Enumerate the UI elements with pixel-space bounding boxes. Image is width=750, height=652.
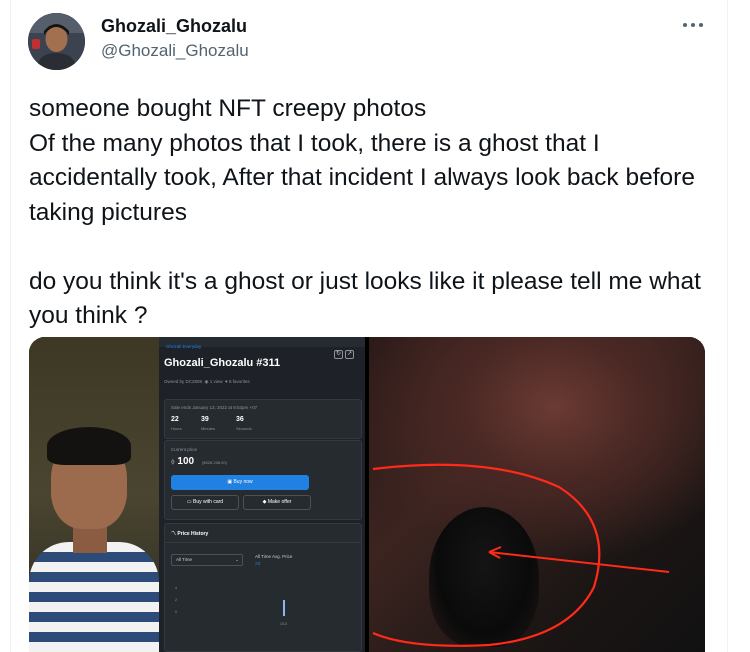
price-history-header: 〽 Price History: [171, 530, 208, 537]
buy-with-card-button: ▭ Buy with card: [171, 495, 239, 510]
tweet-card: Ghozali_Ghozalu @Ghozali_Ghozalu someone…: [0, 0, 750, 652]
right-border: [727, 0, 728, 652]
nft-views: 1 view: [209, 379, 223, 384]
price-history-panel: 〽 Price History All Time ⌄ All Time Avg. …: [164, 523, 362, 652]
make-offer-button: ◆ Make offer: [243, 495, 311, 510]
price-panel: Current price ⬨ 100 ($326,238.00) ▣ Buy …: [164, 440, 362, 520]
nft-favorites: 8 favorites: [228, 379, 250, 384]
wallet-icon: ▣: [227, 479, 233, 485]
nft-title: Ghozali_Ghozalu #311: [164, 357, 281, 369]
left-border: [10, 0, 11, 652]
price-usd: ($326,238.00): [202, 460, 227, 465]
trend-icon: 〽: [171, 531, 177, 537]
buy-now-label: Buy now: [233, 479, 253, 485]
nft-owned-by: Owned by DC2808: [164, 379, 203, 384]
tag-icon: ◆: [262, 499, 267, 505]
countdown-seconds-unit: Seconds: [236, 426, 252, 431]
make-offer-label: Make offer: [267, 499, 292, 505]
countdown-hours: 22: [171, 416, 179, 423]
price-history-label: Price History: [177, 531, 209, 537]
history-bar: [283, 600, 285, 616]
x-tick: 1/13: [280, 622, 287, 626]
refresh-icon: ↻: [334, 350, 343, 359]
avg-price-label: All Time Avg. Price: [255, 554, 293, 559]
media-image-screenshot[interactable]: Ghozali Everyday ↻ ↗ Ghozali_Ghozalu #311…: [29, 337, 365, 652]
selfie-shirt: [29, 542, 159, 652]
user-handle[interactable]: @Ghozali_Ghozalu: [101, 41, 249, 61]
media-image-ghost-photo[interactable]: [369, 337, 705, 652]
sale-ends-text: Sale ends January 13, 2022 at 9:53pm +07: [171, 405, 258, 410]
nft-collection-link: Ghozali Everyday: [166, 344, 202, 349]
tweet-text: someone bought NFT creepy photos Of the …: [29, 95, 701, 329]
display-name[interactable]: Ghozali_Ghozalu: [101, 16, 247, 37]
tweet-media[interactable]: Ghozali Everyday ↻ ↗ Ghozali_Ghozalu #311…: [29, 337, 705, 652]
avg-price-value: Ξ0: [255, 561, 261, 566]
y-tick-0: 0: [175, 610, 177, 614]
avatar[interactable]: [28, 13, 85, 70]
nft-owner-line: Owned by DC2808 ◉ 1 view ♥ 8 favorites: [164, 379, 250, 385]
countdown-minutes-unit: Minutes: [201, 426, 216, 431]
countdown-seconds: 36: [236, 416, 244, 423]
external-link-icon: ↗: [345, 350, 354, 359]
current-price: ⬨ 100: [171, 456, 194, 467]
time-filter-select: All Time ⌄: [171, 554, 243, 566]
selfie-hair: [47, 427, 131, 465]
eth-icon: ⬨: [171, 457, 175, 466]
more-horizontal-icon[interactable]: [683, 18, 705, 32]
y-tick-2: 2: [175, 598, 177, 602]
countdown-hours-unit: Hours: [171, 426, 182, 431]
history-divider: [165, 542, 361, 543]
countdown-minutes: 39: [201, 416, 209, 423]
time-filter-value: All Time: [176, 557, 193, 562]
heart-icon: ♥: [225, 379, 228, 384]
current-price-label: Current price: [171, 447, 198, 452]
buy-now-button: ▣ Buy now: [171, 475, 309, 490]
eye-icon: ◉: [204, 379, 209, 384]
chevron-down-icon: ⌄: [235, 557, 239, 562]
y-tick-4: 4: [175, 586, 177, 590]
red-circle-annotation: [372, 463, 670, 647]
sale-panel: Sale ends January 13, 2022 at 9:53pm +07…: [164, 399, 362, 439]
price-value: 100: [177, 456, 195, 467]
card-icon: ▭: [186, 499, 192, 505]
nft-listing-page: Ghozali Everyday ↻ ↗ Ghozali_Ghozalu #311…: [159, 337, 365, 652]
nft-action-icons: ↻ ↗: [334, 342, 358, 359]
buy-with-card-label: Buy with card: [193, 499, 224, 505]
